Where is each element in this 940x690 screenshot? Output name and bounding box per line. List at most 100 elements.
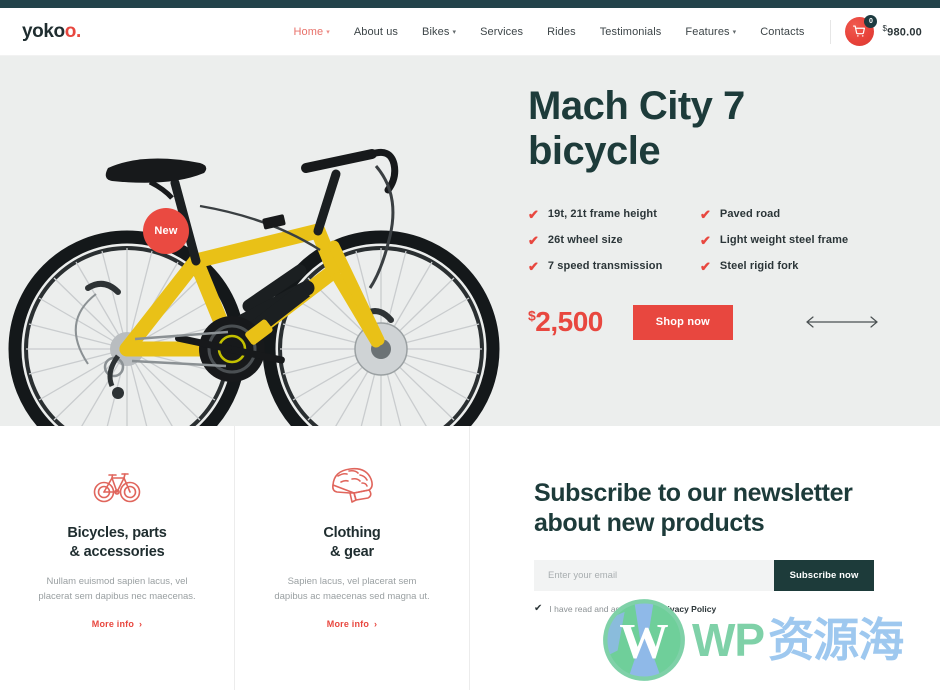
hero-title-line1: Mach City 7 — [528, 84, 745, 128]
subscribe-button[interactable]: Subscribe now — [774, 560, 874, 591]
check-icon: ✔ — [700, 258, 711, 274]
feature-item: ✔ 19t, 21t frame height — [528, 208, 700, 221]
newsletter-title-line1: Subscribe to our newsletter — [534, 479, 853, 507]
nav-item-about-us[interactable]: About us — [342, 26, 410, 38]
newsletter-consent[interactable]: ✔ I have read and agree to the Privacy P… — [534, 604, 900, 615]
page-root: yokoo. Home ▾ About us Bikes ▾ Services … — [0, 0, 940, 690]
hero-title: Mach City 7 bicycle — [528, 84, 910, 174]
header-divider — [830, 19, 832, 44]
logo-text-main: yoko — [22, 20, 65, 42]
card-title: Clothing & gear — [261, 524, 443, 562]
new-badge: New — [143, 208, 189, 254]
product-price: $2,500 — [528, 306, 603, 338]
cart-amount: 980.00 — [887, 26, 922, 39]
site-logo[interactable]: yokoo. — [22, 21, 81, 43]
cart-button[interactable]: 0 — [845, 15, 878, 46]
shopping-cart-icon — [853, 25, 866, 37]
newsletter-title: Subscribe to our newsletter about new pr… — [534, 478, 900, 538]
card-title-line2: & gear — [330, 544, 374, 561]
check-icon: ✔ — [700, 206, 711, 222]
nav-item-services[interactable]: Services — [468, 26, 535, 38]
check-icon: ✔ — [528, 232, 539, 248]
consent-text-prefix: I have read and agree to the — [549, 604, 659, 614]
chevron-right-icon: › — [374, 618, 378, 629]
price-amount: 2,500 — [535, 306, 603, 338]
nav-item-contacts[interactable]: Contacts — [748, 26, 816, 38]
logo-text-accent: o. — [64, 20, 81, 42]
check-icon: ✔ — [528, 258, 539, 274]
nav-label-bikes: Bikes — [422, 25, 450, 38]
hero-title-line2: bicycle — [528, 128, 661, 173]
hero-purchase-row: $2,500 Shop now — [528, 304, 910, 340]
card-desc-line2: placerat sem dapibus nec maecenas. — [38, 591, 196, 603]
main-navigation: Home ▾ About us Bikes ▾ Services Rides T… — [281, 15, 922, 46]
shop-now-button[interactable]: Shop now — [632, 304, 733, 340]
feature-item: ✔ 7 speed transmission — [528, 260, 700, 273]
nav-item-features[interactable]: Features ▾ — [673, 26, 748, 38]
nav-label-home: Home — [293, 25, 324, 38]
newsletter-form: Subscribe now — [534, 560, 874, 591]
email-input[interactable] — [534, 560, 774, 591]
consent-text: I have read and agree to the Privacy Pol… — [549, 604, 716, 614]
feature-label: Light weight steel frame — [719, 234, 849, 247]
card-title-line2: & accessories — [69, 544, 165, 561]
privacy-policy-link[interactable]: Privacy Policy — [659, 604, 717, 614]
card-title-line1: Clothing — [323, 525, 381, 541]
feature-item: ✔ 26t wheel size — [528, 234, 700, 247]
category-card-clothing[interactable]: Clothing & gear Sapien lacus, vel placer… — [235, 426, 470, 690]
feature-label: 19t, 21t frame height — [547, 208, 657, 221]
nav-item-bikes[interactable]: Bikes ▾ — [410, 26, 468, 38]
chevron-down-icon: ▾ — [732, 29, 737, 36]
nav-label-about-us: About us — [353, 25, 399, 38]
slider-arrows-icon[interactable] — [803, 315, 881, 329]
card-description: Nullam euismod sapien lacus, vel placera… — [26, 574, 208, 604]
hero-product-image: New — [0, 56, 520, 468]
feature-item: ✔ Light weight steel frame — [700, 234, 910, 247]
bottom-section: Bicycles, parts & accessories Nullam eui… — [0, 426, 940, 690]
checkbox-checked-icon[interactable]: ✔ — [534, 604, 542, 614]
feature-label: Steel rigid fork — [719, 260, 799, 273]
nav-item-testimonials[interactable]: Testimonials — [588, 26, 674, 38]
site-header: yokoo. Home ▾ About us Bikes ▾ Services … — [0, 8, 940, 56]
card-desc-line2: dapibus ac maecenas sed magna ut. — [274, 591, 430, 603]
nav-item-rides[interactable]: Rides — [535, 26, 588, 38]
feature-label: Paved road — [719, 208, 781, 221]
hero-slider-controls[interactable] — [803, 315, 881, 329]
nav-label-features: Features — [685, 25, 730, 38]
card-title-line1: Bicycles, parts — [67, 525, 167, 541]
feature-label: 7 speed transmission — [547, 260, 663, 273]
bicycle-product-photo — [0, 56, 520, 468]
chevron-down-icon: ▾ — [326, 29, 330, 36]
bicycle-icon — [26, 462, 208, 508]
check-icon: ✔ — [528, 206, 539, 222]
cart-count-badge: 0 — [864, 15, 878, 28]
check-icon: ✔ — [700, 232, 711, 248]
helmet-icon — [261, 462, 443, 508]
hero-feature-list: ✔ 19t, 21t frame height ✔ Paved road ✔ 2… — [528, 208, 910, 273]
nav-label-rides: Rides — [547, 25, 576, 38]
more-info-label: More info — [326, 618, 370, 629]
category-card-bicycles[interactable]: Bicycles, parts & accessories Nullam eui… — [0, 426, 235, 690]
nav-item-home[interactable]: Home ▾ — [281, 26, 341, 38]
cart-total: $980.00 — [882, 24, 922, 39]
card-title: Bicycles, parts & accessories — [26, 524, 208, 562]
card-description: Sapien lacus, vel placerat sem dapibus a… — [261, 574, 443, 604]
newsletter-title-line2: about new products — [534, 509, 765, 537]
more-info-link[interactable]: More info › — [92, 619, 143, 629]
nav-label-testimonials: Testimonials — [599, 25, 662, 38]
hero-section: New Mach City 7 bicycle ✔ 19t, 21t frame… — [0, 56, 940, 468]
card-desc-line1: Sapien lacus, vel placerat sem — [287, 576, 417, 588]
chevron-right-icon: › — [139, 618, 143, 629]
card-desc-line1: Nullam euismod sapien lacus, vel — [46, 576, 188, 588]
nav-label-services: Services — [480, 25, 524, 38]
feature-item: ✔ Steel rigid fork — [700, 260, 910, 273]
top-accent-bar — [0, 0, 940, 8]
more-info-link[interactable]: More info › — [327, 619, 378, 629]
chevron-down-icon: ▾ — [452, 29, 457, 36]
more-info-label: More info — [91, 618, 135, 629]
newsletter-section: Subscribe to our newsletter about new pr… — [470, 426, 940, 690]
cart-widget[interactable]: 0 $980.00 — [845, 15, 922, 46]
feature-label: 26t wheel size — [547, 234, 623, 247]
nav-label-contacts: Contacts — [760, 25, 805, 38]
feature-item: ✔ Paved road — [700, 208, 910, 221]
